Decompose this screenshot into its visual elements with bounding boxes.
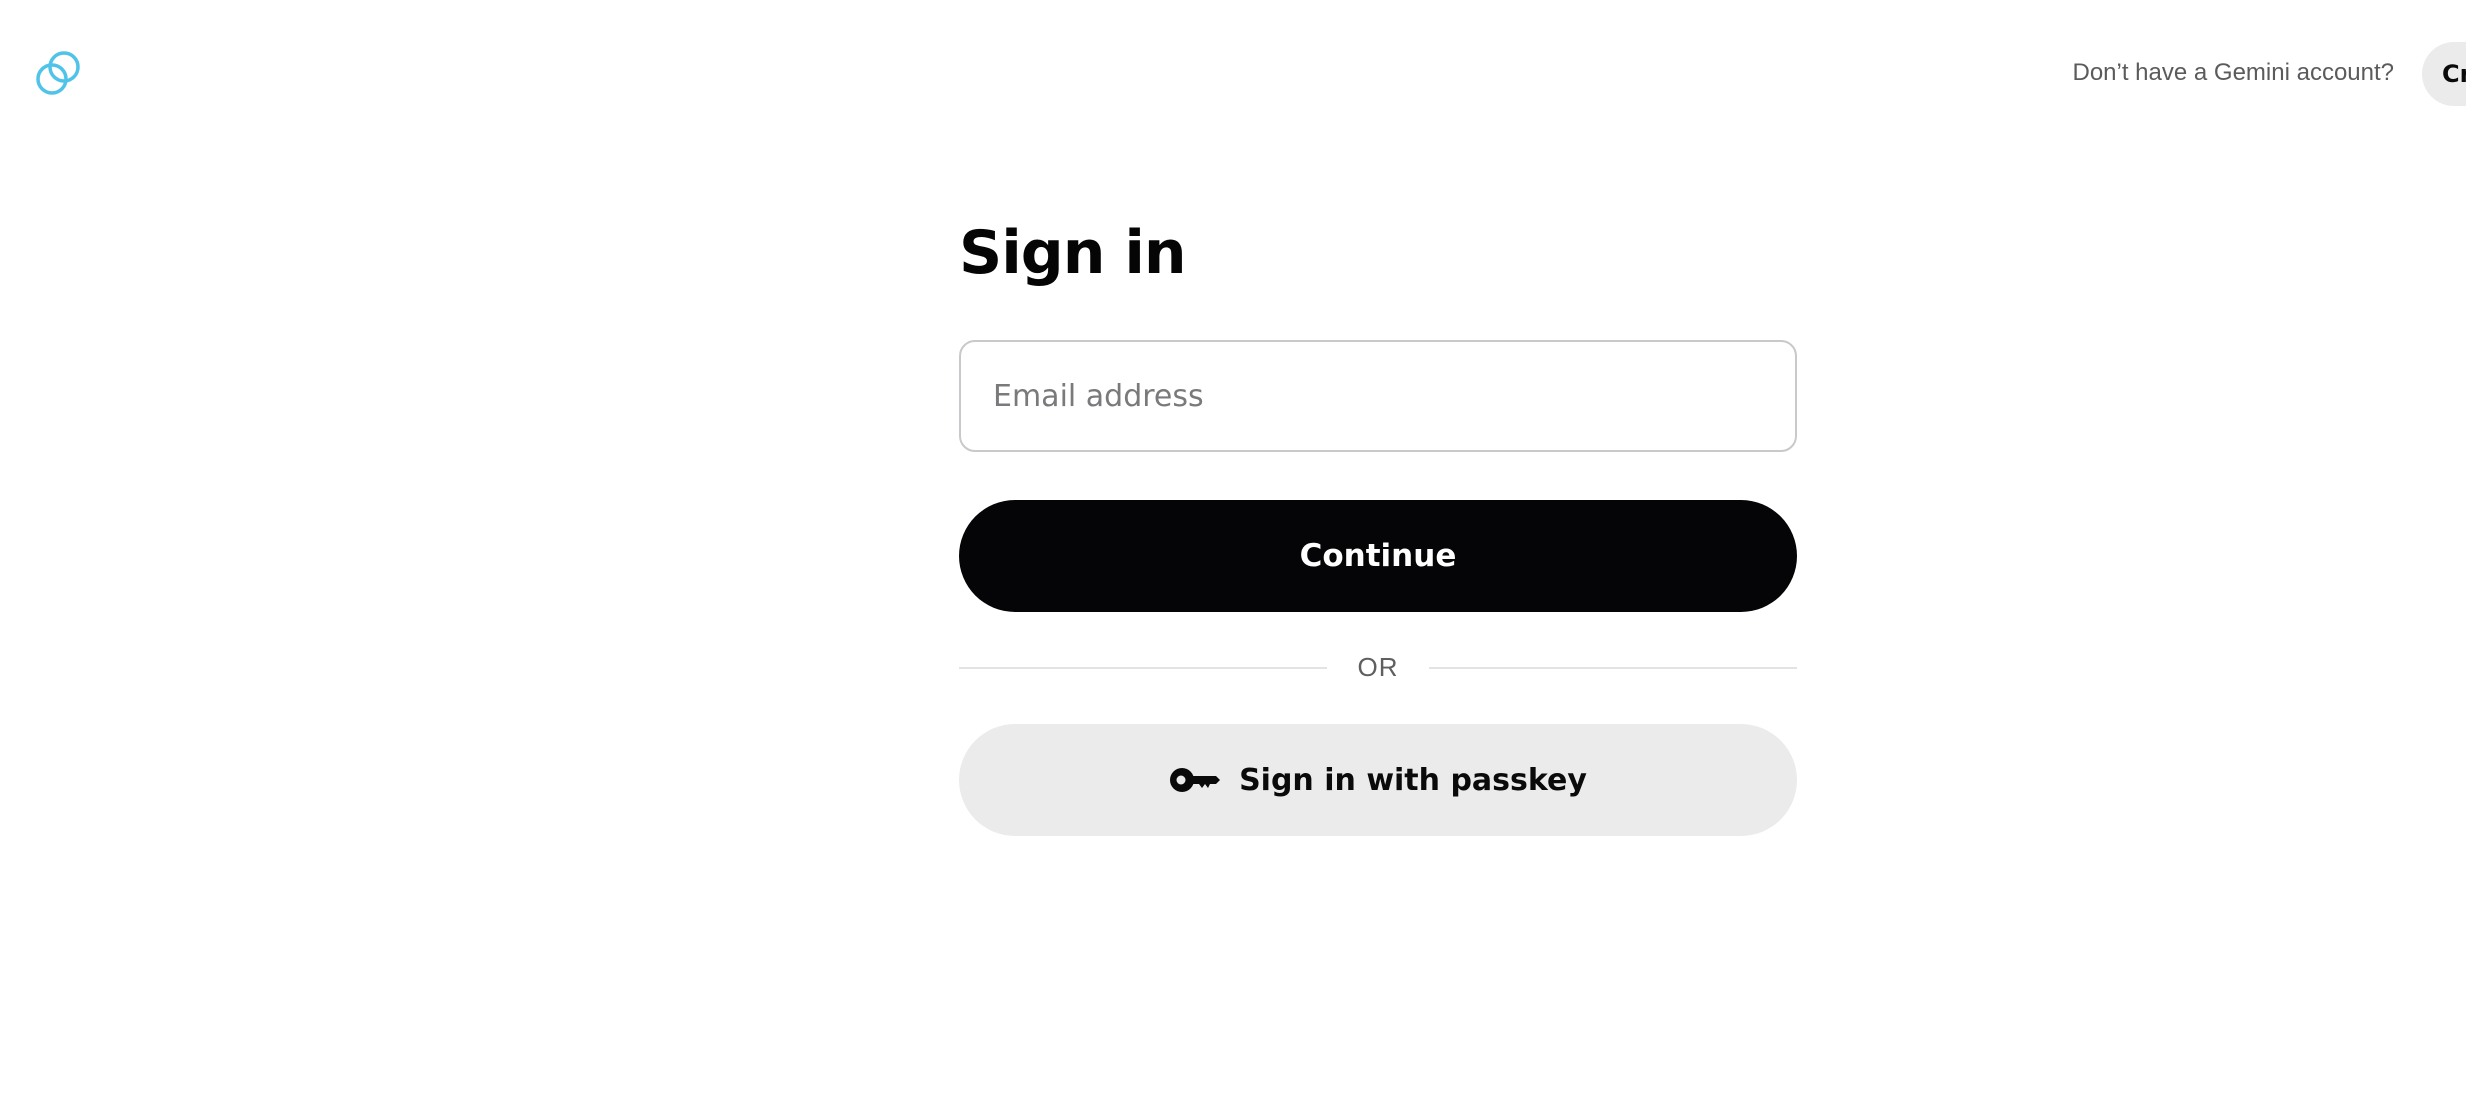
sign-in-form: Sign in Continue OR Sign in with passkey — [959, 210, 1797, 836]
continue-button[interactable]: Continue — [959, 500, 1797, 612]
signup-prompt: Don’t have a Gemini account? — [2072, 59, 2394, 86]
gemini-logo-icon[interactable] — [33, 48, 83, 98]
top-bar: Don’t have a Gemini account? Create acco… — [0, 0, 2466, 146]
email-field[interactable] — [959, 340, 1797, 452]
page-title: Sign in — [959, 218, 1187, 288]
passkey-button-label: Sign in with passkey — [1239, 762, 1587, 798]
divider-line-right — [1429, 667, 1797, 669]
passkey-sign-in-button[interactable]: Sign in with passkey — [959, 724, 1797, 836]
sign-in-page: Don’t have a Gemini account? Create acco… — [0, 0, 2466, 1120]
key-icon — [1170, 768, 1221, 792]
create-account-button[interactable]: Create account — [2422, 42, 2466, 106]
or-divider: OR — [959, 636, 1797, 698]
